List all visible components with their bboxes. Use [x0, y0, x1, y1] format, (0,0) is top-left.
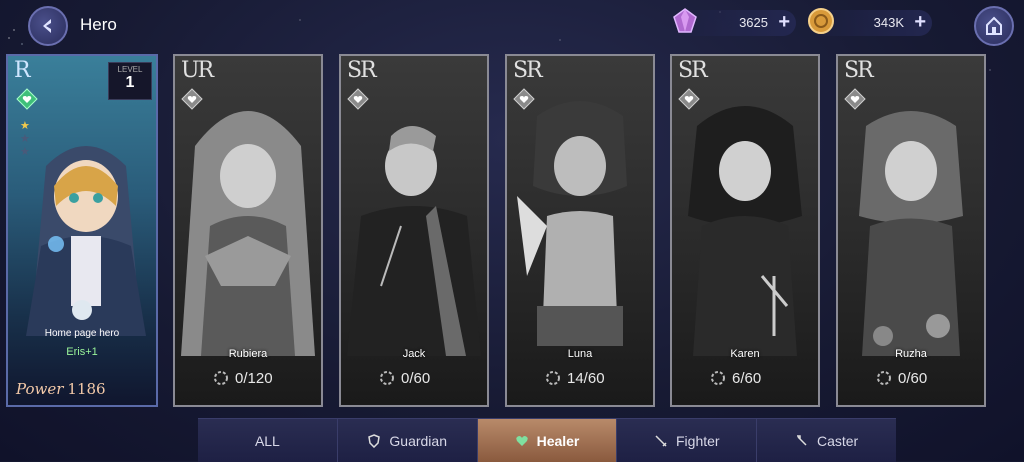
gem-amount: 3625: [739, 15, 768, 30]
class-filter-bar: ALL Guardian Healer Fighter Caster: [198, 418, 896, 462]
shard-icon: [711, 371, 725, 385]
coin-counter: 343K +: [808, 8, 932, 36]
star-icon: ★: [20, 146, 30, 158]
coin-amount: 343K: [873, 15, 904, 30]
home-button[interactable]: [974, 6, 1014, 46]
hero-card-rubiera[interactable]: UR Rubiera 0/120: [173, 54, 323, 407]
level-box: LEVEL 1: [108, 62, 152, 100]
shard-count: 6/60: [732, 370, 762, 387]
rarity-rank: UR: [181, 58, 214, 83]
coin-icon: [808, 8, 834, 34]
healer-class-icon: [181, 88, 203, 110]
hero-name: Jack: [402, 348, 426, 360]
heart-icon: [515, 435, 528, 446]
tab-healer[interactable]: Healer: [476, 419, 617, 462]
home-hero-icon: [72, 300, 92, 320]
rarity-rank: SR: [513, 58, 543, 83]
tab-caster[interactable]: Caster: [756, 419, 896, 462]
tab-label: ALL: [254, 432, 280, 449]
star-icon: ★: [20, 133, 30, 145]
home-page-hero-label: Home page hero: [44, 328, 120, 339]
hero-card-jack[interactable]: SR Jack 0/60: [339, 54, 489, 407]
shard-count: 0/60: [401, 370, 431, 387]
add-gems-button[interactable]: +: [778, 12, 790, 32]
back-arrow-icon: [43, 19, 51, 33]
power-value: 1186: [67, 380, 106, 398]
tab-all[interactable]: ALL: [198, 419, 337, 462]
add-coins-button[interactable]: +: [914, 12, 926, 32]
star-rating: ★ ★ ★: [20, 120, 30, 159]
gem-counter: 3625 +: [673, 8, 796, 36]
castle-icon: [986, 16, 1002, 35]
page-title: Hero: [80, 15, 117, 34]
gem-icon: [673, 8, 697, 33]
healer-class-icon: [16, 88, 38, 110]
shield-icon: [368, 433, 381, 448]
shard-count: 0/60: [898, 370, 928, 387]
hero-name: Rubiera: [228, 348, 268, 360]
shard-icon: [214, 371, 228, 385]
shard-icon: [380, 371, 394, 385]
rarity-rank: R: [14, 58, 31, 83]
healer-class-icon: [678, 88, 700, 110]
hero-card-karen[interactable]: SR Karen 6/60: [670, 54, 820, 407]
rarity-rank: SR: [844, 58, 874, 83]
selected-hero-panel[interactable]: R LEVEL 1 ★ ★ ★ Home page hero Eris+1 Po…: [6, 54, 158, 407]
sword-icon: [655, 434, 667, 447]
hero-name: Karen: [730, 348, 760, 360]
shard-icon: [877, 371, 891, 385]
tab-label: Caster: [816, 432, 859, 449]
tab-label: Fighter: [676, 432, 720, 449]
staff-icon: [796, 434, 807, 446]
back-button[interactable]: [28, 6, 68, 46]
tab-fighter[interactable]: Fighter: [616, 419, 756, 462]
selected-hero-name: Eris+1: [66, 346, 98, 358]
tab-label: Guardian: [389, 432, 447, 449]
shard-icon: [546, 371, 560, 385]
tab-guardian[interactable]: Guardian: [336, 419, 477, 462]
healer-class-icon: [844, 88, 866, 110]
shard-count: 14/60: [567, 370, 605, 387]
healer-class-icon: [347, 88, 369, 110]
healer-class-icon: [513, 88, 535, 110]
hero-name: Luna: [567, 348, 593, 360]
rarity-rank: SR: [347, 58, 377, 83]
hero-card-ruzha[interactable]: SR Ruzha 0/60: [836, 54, 986, 407]
level-label: LEVEL: [117, 65, 143, 74]
shard-count: 0/120: [235, 370, 273, 387]
rarity-rank: SR: [678, 58, 708, 83]
hero-name: Ruzha: [895, 348, 927, 360]
hero-card-luna[interactable]: SR Luna 14/60: [505, 54, 655, 407]
power-label: Power: [16, 380, 64, 398]
power-display: Power 1186: [16, 380, 106, 398]
tab-label: Healer: [536, 432, 580, 449]
level-value: 1: [125, 74, 135, 91]
star-icon: ★: [20, 120, 30, 132]
